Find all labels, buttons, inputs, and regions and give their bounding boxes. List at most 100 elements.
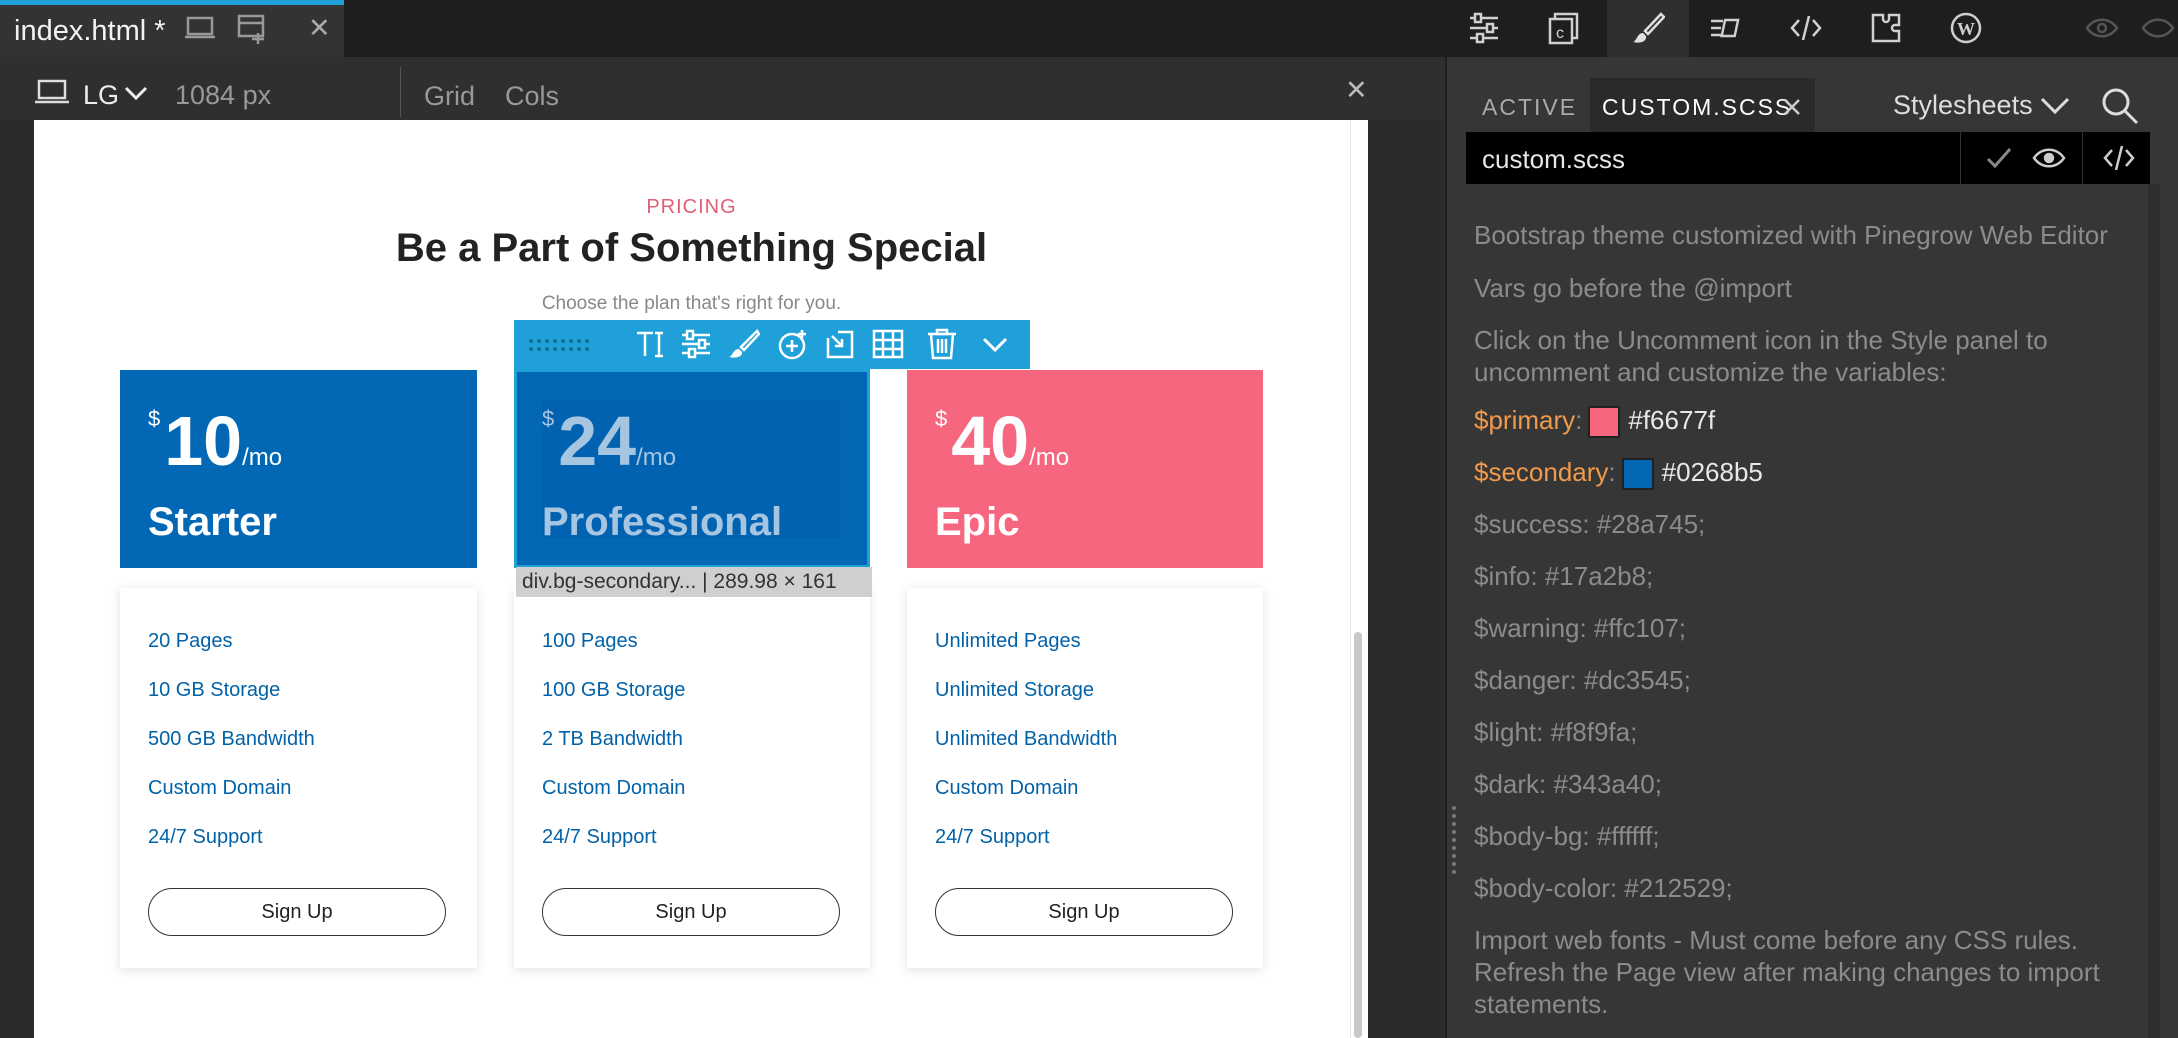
stylesheet-name: custom.scss — [1482, 144, 1626, 174]
search-icon[interactable] — [2100, 86, 2140, 126]
feature-item[interactable]: 10 GB Storage — [148, 679, 280, 702]
panel-resize-handle[interactable] — [1451, 805, 1457, 877]
scss-variable[interactable]: $dark: #343a40; — [1474, 768, 2154, 800]
tab-custom-scss[interactable]: CUSTOM.SCSS — [1590, 78, 1815, 132]
pricing-label: PRICING — [646, 196, 737, 218]
grid-toggle[interactable]: Grid — [424, 81, 475, 112]
selection-outline — [514, 369, 870, 568]
checkmark-icon[interactable] — [1986, 146, 2012, 170]
color-swatch-secondary[interactable] — [1621, 458, 1654, 491]
plan-header-epic[interactable]: $40/mo Epic — [907, 370, 1263, 568]
plan-price: $40/mo — [935, 402, 1070, 480]
feature-item[interactable]: 100 Pages — [542, 630, 638, 653]
feature-item[interactable]: Unlimited Storage — [935, 679, 1094, 702]
css-file-icon[interactable]: c — [1544, 8, 1584, 48]
eye-icon[interactable] — [2082, 8, 2122, 48]
feature-item[interactable]: Unlimited Bandwidth — [935, 728, 1117, 751]
sign-up-button[interactable]: Sign Up — [148, 888, 446, 936]
device-laptop-icon[interactable] — [34, 79, 70, 105]
feature-item[interactable]: 24/7 Support — [148, 826, 263, 849]
variable-name: $secondary — [1474, 457, 1609, 487]
code-icon[interactable] — [1786, 8, 1826, 48]
scss-variable[interactable]: $body-bg: #ffffff; — [1474, 820, 2154, 852]
trash-icon[interactable] — [926, 328, 958, 360]
stylesheets-chevron-icon[interactable] — [2040, 96, 2070, 116]
drag-handle-icon[interactable] — [528, 338, 598, 352]
panel-scrollbar[interactable] — [2148, 184, 2160, 1038]
add-page-icon[interactable] — [236, 13, 268, 45]
feature-item[interactable]: 24/7 Support — [935, 826, 1050, 849]
wordpress-icon[interactable]: W — [1946, 8, 1986, 48]
brush-icon[interactable] — [1628, 8, 1668, 48]
scss-variable[interactable]: $body-color: #212529; — [1474, 872, 2154, 904]
pricing-subtitle: Choose the plan that's right for you. — [541, 293, 842, 314]
plan-name: Epic — [935, 500, 1020, 544]
feature-item[interactable]: Custom Domain — [935, 777, 1078, 800]
settings-sliders-icon[interactable] — [1464, 8, 1504, 48]
divider — [400, 67, 401, 117]
feature-item[interactable]: 100 GB Storage — [542, 679, 685, 702]
pricing-title: Be a Part of Something Special — [395, 226, 988, 270]
sign-up-button[interactable]: Sign Up — [542, 888, 840, 936]
element-toolbar — [514, 320, 1030, 369]
selection-info-label: div.bg-secondary... | 289.98 × 161 — [516, 567, 872, 597]
file-name: index.html * — [14, 15, 166, 47]
feature-item[interactable]: 500 GB Bandwidth — [148, 728, 315, 751]
code-view-icon[interactable] — [2102, 144, 2136, 172]
variable-name: $primary — [1474, 405, 1576, 435]
scss-comment: Import web fonts - Must come before any … — [1474, 925, 2100, 1019]
plugin-puzzle-icon[interactable] — [1866, 8, 1906, 48]
laptop-icon[interactable] — [184, 15, 216, 41]
close-tab-icon[interactable] — [1782, 97, 1802, 117]
divider — [2082, 132, 2083, 184]
text-align-icon[interactable] — [1706, 8, 1746, 48]
canvas-width: 1084 px — [175, 80, 272, 110]
feature-item[interactable]: 24/7 Support — [542, 826, 657, 849]
scss-comment: Bootstrap theme customized with Pinegrow… — [1474, 220, 2108, 250]
insert-into-icon[interactable] — [824, 328, 856, 360]
feature-item[interactable]: Custom Domain — [542, 777, 685, 800]
text-edit-icon[interactable] — [634, 328, 666, 360]
close-tab-icon[interactable]: ✕ — [308, 13, 331, 44]
grid-icon[interactable] — [872, 328, 904, 360]
feature-item[interactable]: 2 TB Bandwidth — [542, 728, 683, 751]
scss-comment: Click on the Uncomment icon in the Style… — [1474, 325, 2048, 387]
feature-item[interactable]: Custom Domain — [148, 777, 291, 800]
scss-variable[interactable]: $info: #17a2b8; — [1474, 560, 2154, 592]
add-element-icon[interactable] — [776, 328, 810, 362]
color-swatch-primary[interactable] — [1588, 406, 1621, 439]
scss-variable-secondary[interactable]: $secondary: #0268b5 — [1474, 456, 2154, 491]
feature-item[interactable]: 20 Pages — [148, 630, 233, 653]
stylesheets-dropdown[interactable]: Stylesheets — [1893, 90, 2033, 121]
visibility-off-icon[interactable] — [2138, 8, 2178, 48]
feature-item[interactable]: Unlimited Pages — [935, 630, 1081, 653]
tab-custom-scss-label: CUSTOM.SCSS — [1602, 94, 1793, 120]
scss-variable[interactable]: $danger: #dc3545; — [1474, 664, 2154, 696]
properties-sliders-icon[interactable] — [680, 328, 712, 360]
style-brush-icon[interactable] — [728, 328, 760, 360]
scss-variable[interactable]: $warning: #ffc107; — [1474, 612, 2154, 644]
svg-text:W: W — [1957, 19, 1975, 39]
scss-comment: Vars go before the @import — [1474, 273, 1792, 303]
plan-name: Starter — [148, 500, 277, 544]
sign-up-button[interactable]: Sign Up — [935, 888, 1233, 936]
plan-body-starter: 20 Pages 10 GB Storage 500 GB Bandwidth … — [120, 588, 477, 968]
file-tab[interactable]: index.html * ✕ — [0, 0, 344, 57]
chevron-down-icon[interactable] — [124, 85, 148, 101]
preview-eye-icon[interactable] — [2032, 146, 2066, 170]
device-size-label[interactable]: LG — [83, 80, 119, 111]
close-canvas-icon[interactable]: ✕ — [1345, 75, 1368, 106]
scss-variable[interactable]: $success: #28a745; — [1474, 508, 2154, 540]
tab-active[interactable]: ACTIVE — [1482, 94, 1577, 121]
divider — [1960, 132, 1961, 184]
scss-variable-primary[interactable]: $primary: #f6677f — [1474, 404, 2154, 439]
plan-body-epic: Unlimited Pages Unlimited Storage Unlimi… — [907, 588, 1263, 968]
scss-variable[interactable]: $light: #f8f9fa; — [1474, 716, 2154, 748]
cols-toggle[interactable]: Cols — [505, 81, 559, 112]
canvas-toolbar: LG 1084 px Grid Cols ✕ — [0, 57, 1445, 120]
variable-value: #f6677f — [1628, 405, 1716, 435]
plan-header-starter[interactable]: $10/mo Starter — [120, 370, 477, 568]
canvas-scroll-thumb[interactable] — [1354, 632, 1362, 1038]
more-chevron-icon[interactable] — [982, 336, 1008, 354]
plan-price: $10/mo — [148, 402, 283, 480]
